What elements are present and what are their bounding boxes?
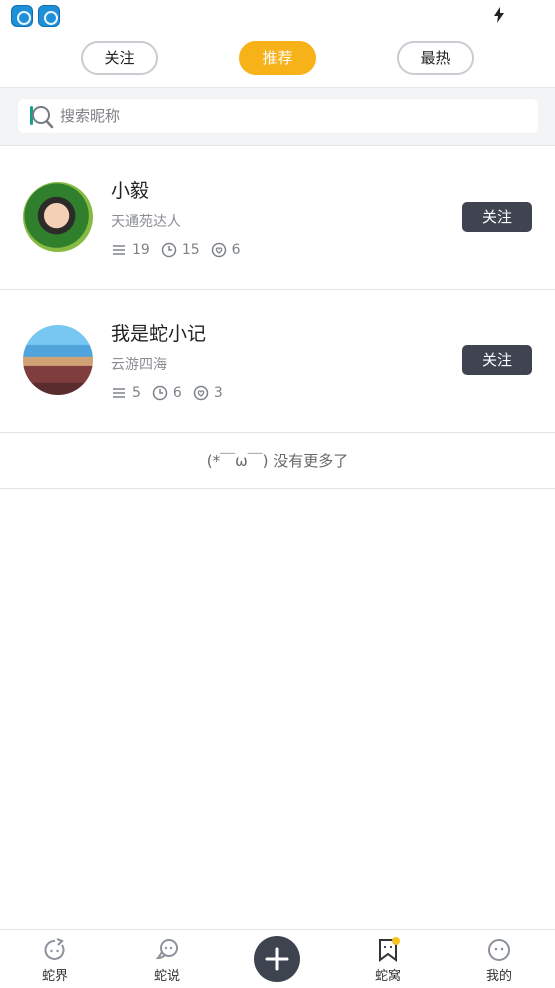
heart-icon	[211, 242, 226, 258]
avatar[interactable]	[23, 325, 93, 395]
app-icon	[38, 5, 60, 27]
history-count: 15	[181, 242, 200, 258]
nav-label: 蛇说	[153, 969, 180, 984]
likes-count: 3	[213, 385, 223, 401]
search-area	[0, 88, 555, 146]
heart-icon	[193, 385, 209, 401]
list-icon	[113, 245, 125, 255]
tab-hot[interactable]: 最热	[397, 41, 474, 75]
posts-count: 5	[132, 385, 141, 401]
face-icon	[488, 939, 510, 961]
user-title: 云游四海	[111, 357, 167, 373]
posts-count: 19	[132, 242, 150, 258]
user-stats: 19 15 6	[111, 240, 252, 260]
bottom-navigation: 蛇界 蛇说 蛇窝 我的	[0, 929, 555, 988]
tab-follow[interactable]: 关注	[81, 41, 158, 75]
bookmark-icon	[379, 937, 400, 962]
refresh-icon	[44, 938, 65, 960]
add-button[interactable]	[254, 936, 300, 982]
follow-button[interactable]: 关注	[462, 345, 532, 375]
chat-icon	[155, 939, 178, 960]
nav-item-snake-world[interactable]: 蛇界	[10, 930, 100, 988]
nav-item-snake-talk[interactable]: 蛇说	[122, 930, 212, 988]
clock-icon	[152, 385, 168, 401]
follow-button[interactable]: 关注	[462, 202, 532, 232]
user-title: 天通苑达人	[111, 214, 181, 230]
nav-label: 我的	[485, 969, 512, 984]
nav-item-mine[interactable]: 我的	[454, 930, 544, 988]
tab-recommend[interactable]: 推荐	[239, 41, 316, 75]
search-input[interactable]	[60, 99, 520, 133]
user-stats: 5 6 3	[111, 383, 234, 403]
history-count: 6	[172, 385, 182, 401]
user-name[interactable]: 小毅	[111, 176, 149, 203]
charge-icon	[494, 7, 504, 23]
nav-label: 蛇界	[41, 969, 68, 984]
search-icon	[30, 106, 54, 129]
list-icon	[113, 388, 125, 398]
no-more-message: (*￣ω￣) 没有更多了	[0, 433, 555, 489]
nav-item-snake-nest[interactable]: 蛇窝	[343, 930, 433, 988]
likes-count: 6	[231, 242, 241, 258]
feed-tabs: 关注 推荐 最热	[0, 30, 555, 88]
list-item[interactable]: 我是蛇小记 云游四海 5 6 3 关注	[0, 290, 555, 433]
list-item[interactable]: 小毅 天通苑达人 19 15 6 关注	[0, 147, 555, 290]
status-bar	[0, 0, 555, 30]
clock-icon	[161, 242, 177, 258]
app-icon	[11, 5, 33, 27]
avatar[interactable]	[23, 182, 93, 252]
add-icon	[265, 947, 289, 971]
user-name[interactable]: 我是蛇小记	[111, 319, 206, 346]
search-box[interactable]	[18, 99, 538, 133]
nav-label: 蛇窝	[374, 969, 401, 984]
